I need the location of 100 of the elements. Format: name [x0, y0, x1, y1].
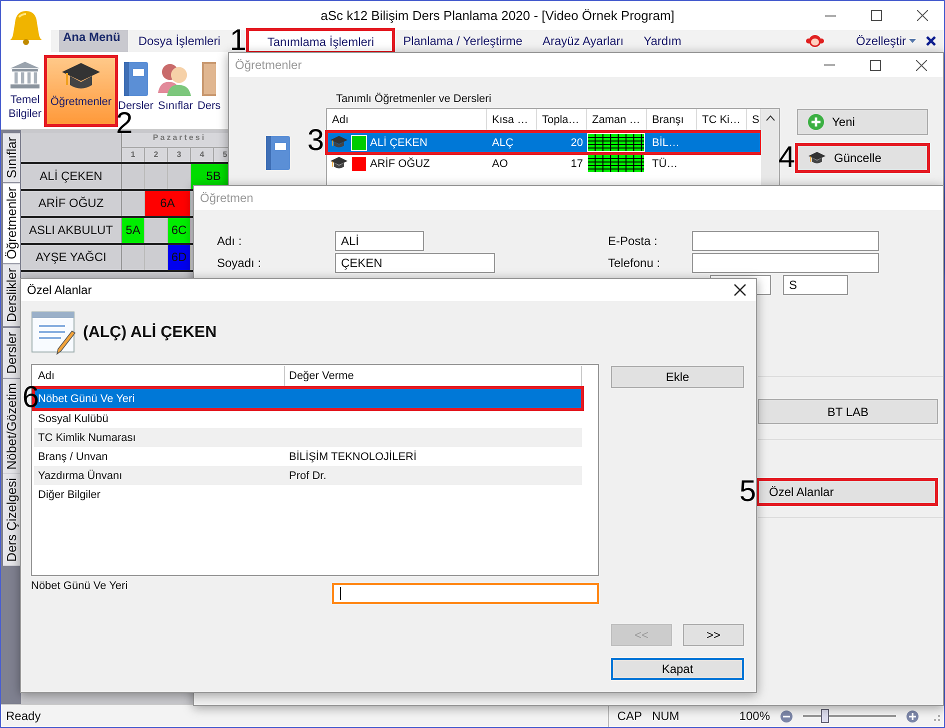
close-icon[interactable] — [917, 10, 928, 21]
lesson-cell[interactable]: 6C — [168, 218, 191, 243]
timetable-cell — [145, 164, 168, 189]
plus-icon — [808, 114, 824, 130]
minimize-icon[interactable] — [824, 64, 835, 66]
callout-number: 4 — [778, 143, 795, 173]
minimize-icon[interactable] — [825, 14, 836, 16]
add-button[interactable]: Ekle — [611, 366, 744, 388]
ribbon-button[interactable]: Sınıflar — [155, 56, 196, 124]
input-field[interactable]: S — [783, 275, 848, 295]
side-tab[interactable]: Derslikler — [3, 264, 20, 327]
field-label: Soyadı : — [217, 256, 262, 270]
graduation-cap-icon — [330, 135, 348, 150]
teacher-name-cell: ALİ ÇEKEN — [21, 164, 122, 189]
input-field[interactable] — [692, 253, 879, 273]
period-number: 2 — [145, 148, 168, 162]
list-row[interactable]: Branş / Unvan BİLİŞİM TEKNOLOJİLERİ — [34, 447, 582, 466]
graduation-cap-icon — [808, 150, 826, 166]
list-cell-text: Prof Dr. — [288, 470, 328, 482]
close-icon[interactable] — [926, 36, 936, 46]
action-button[interactable]: BT LAB — [758, 399, 938, 424]
field-label: Nöbet Günü Ve Yeri — [31, 580, 128, 592]
timetable-cell — [145, 218, 168, 243]
callout-number: 5 — [739, 477, 756, 507]
status-text: Ready — [5, 709, 42, 723]
menu-tab[interactable]: Dosya İşlemleri — [128, 30, 230, 52]
ribbon-button[interactable]: Temel Bilgiler — [5, 56, 45, 124]
dialog-heading: (ALÇ) ALİ ÇEKEN — [83, 324, 217, 342]
toolbar-button[interactable]: Güncelle — [797, 145, 928, 171]
lesson-cell[interactable]: 6A — [145, 191, 191, 216]
side-tab[interactable]: Dersler — [3, 328, 20, 378]
list-title: Tanımlı Öğretmenler ve Dersleri — [336, 93, 492, 105]
next-button[interactable]: >> — [683, 624, 744, 646]
timetable-cell — [122, 245, 145, 270]
side-tab[interactable]: Öğretmenler — [3, 183, 20, 264]
close-icon[interactable] — [734, 284, 746, 296]
zoom-out-icon[interactable] — [780, 710, 793, 722]
side-tab[interactable]: Ders Çizelgesi — [3, 474, 20, 566]
action-button[interactable]: Özel Alanlar — [758, 480, 936, 504]
timetable-cell — [122, 164, 145, 189]
table-cell-text: AO — [491, 158, 509, 170]
side-tab[interactable]: Nöbet/Gözetim — [3, 378, 20, 474]
table-cell-text: 20 — [570, 136, 584, 148]
field-label: Adı : — [217, 234, 243, 248]
graduation-cap-icon — [330, 156, 348, 171]
ribbon-button[interactable]: Ders — [196, 56, 222, 124]
teacher-name-cell: AYŞE YAĞCI — [21, 245, 122, 270]
period-number: 3 — [168, 148, 191, 162]
table-cell-text: BİL… — [651, 136, 681, 148]
lesson-cell[interactable]: 5A — [122, 218, 145, 243]
input-field[interactable]: ÇEKEN — [335, 253, 495, 273]
input-field[interactable] — [692, 231, 879, 251]
list-row[interactable]: TC Kimlik Numarası — [34, 428, 582, 447]
window-title: aSc k12 Bilişim Ders Planlama 2020 - [Video Örnek Program] — [320, 8, 674, 23]
zoom-in-icon[interactable] — [906, 710, 919, 722]
value-field[interactable] — [332, 583, 599, 604]
timetable-cell — [145, 245, 168, 270]
table-row[interactable]: ARİF OĞUZ AO 17 TÜ… — [327, 153, 761, 174]
input-field[interactable]: ALİ — [335, 231, 424, 251]
list-cell-text: Branş / Unvan — [37, 450, 109, 462]
toolbar-button[interactable]: Yeni — [797, 109, 928, 135]
caret-icon — [909, 39, 916, 43]
scroll-up-icon[interactable] — [766, 115, 774, 121]
monkey-icon[interactable] — [806, 33, 824, 49]
list-cell-text: BİLİŞİM TEKNOLOJİLERİ — [288, 450, 418, 462]
dialog-title: Özel Alanlar — [27, 283, 92, 297]
menu-tab[interactable]: Tanımlama İşlemleri — [248, 30, 394, 52]
menu-tab[interactable]: Ana Menü — [59, 30, 128, 52]
list-cell-text: Nöbet Günü Ve Yeri — [38, 392, 136, 404]
maximize-icon[interactable] — [871, 10, 882, 21]
list-cell-text: Yazdırma Ünvanı — [37, 470, 124, 482]
menu-tab[interactable]: Arayüz Ayarları — [532, 30, 634, 52]
list-row[interactable]: Diğer Bilgiler — [34, 485, 582, 504]
text-cursor — [340, 587, 341, 600]
table-cell: ALİ ÇEKEN — [370, 136, 428, 148]
slider-thumb[interactable] — [821, 709, 830, 723]
callout-number: 3 — [307, 126, 324, 156]
callout-number: 1 — [230, 26, 246, 56]
close-icon[interactable] — [916, 60, 927, 70]
list-row[interactable]: Sosyal Kulübü — [34, 409, 582, 428]
list-row[interactable]: Yazdırma Ünvanı Prof Dr. — [34, 466, 582, 485]
key-indicator: NUM — [652, 709, 680, 723]
close-button[interactable]: Kapat — [611, 658, 744, 680]
table-cell: ARİF OĞUZ — [370, 158, 430, 170]
list-cell-text: TC Kimlik Numarası — [37, 432, 137, 444]
menu-tab[interactable]: Planlama / Yerleştirme — [393, 30, 532, 52]
maximize-icon[interactable] — [870, 60, 881, 70]
notepad-pencil-icon — [31, 310, 77, 354]
book-icon — [264, 135, 290, 171]
table-row[interactable]: ALİ ÇEKEN ALÇ 20 BİL… — [327, 132, 761, 153]
table-cell-text: TÜ… — [651, 158, 679, 170]
window-title: Öğretmenler — [235, 58, 302, 72]
table-cell-text: ALÇ — [491, 136, 514, 148]
book-icon — [122, 60, 149, 96]
key-indicator: CAP — [617, 709, 642, 723]
side-tab[interactable]: Sınıflar — [3, 133, 20, 182]
menu-tab[interactable]: Yardım — [634, 30, 692, 52]
availability-grid-icon — [587, 154, 645, 173]
ribbon-button[interactable]: Öğretmenler — [46, 56, 116, 124]
customize-menu[interactable]: Özelleştir — [850, 30, 922, 52]
